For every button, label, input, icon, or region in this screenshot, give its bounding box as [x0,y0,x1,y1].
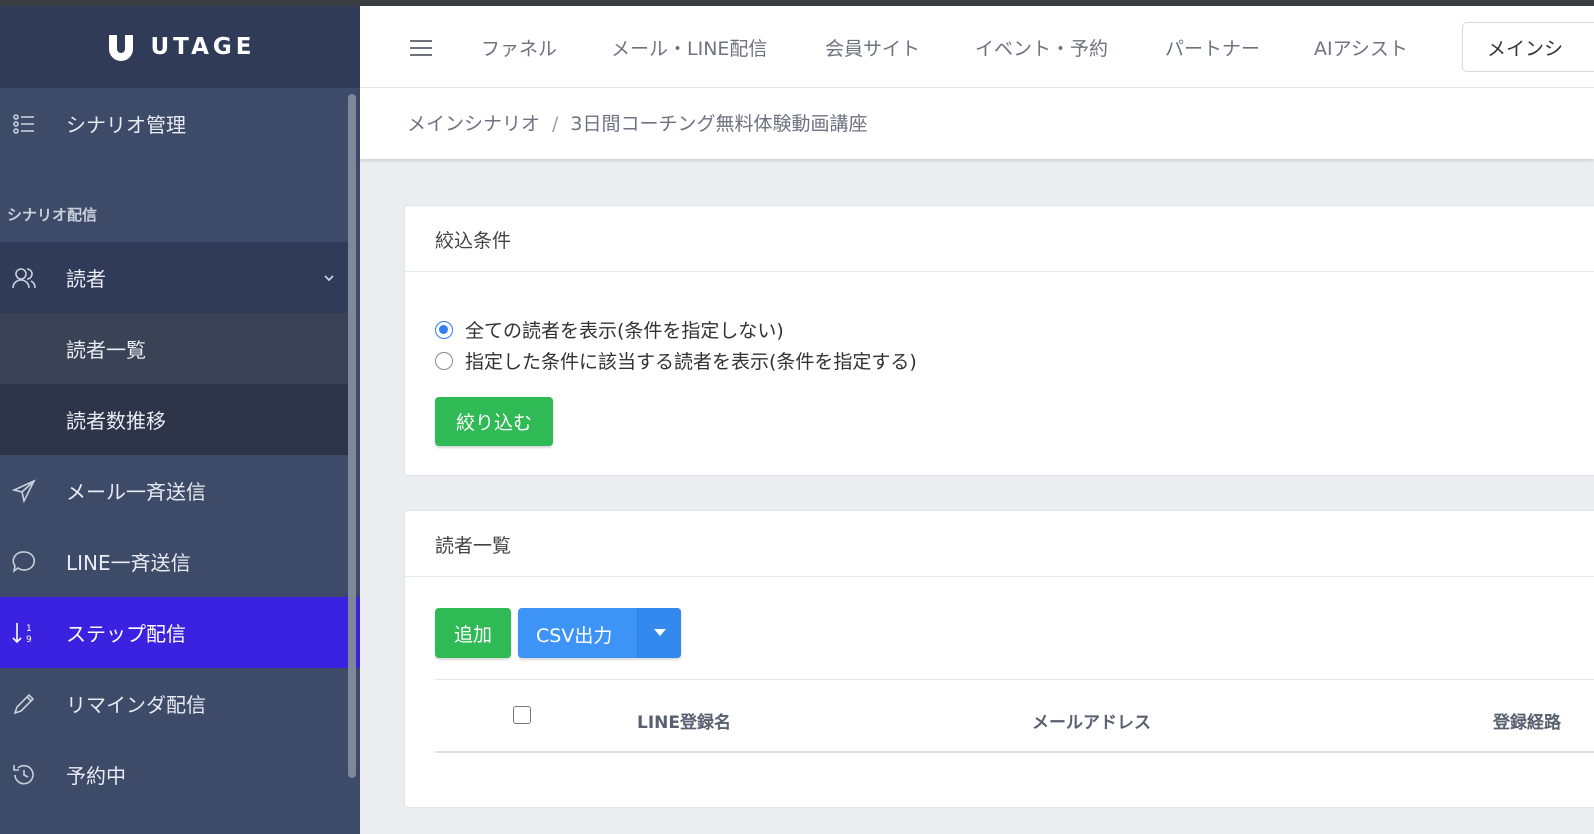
column-header-email[interactable]: メールアドレス [1032,708,1151,733]
sidebar-item-label: シナリオ管理 [66,113,186,137]
select-all-checkbox[interactable] [513,706,531,724]
svg-text:9: 9 [26,635,32,645]
sidebar-item-label: 読者数推移 [66,409,166,433]
csv-export-button[interactable]: CSV出力 [518,608,681,658]
hamburger-menu-icon[interactable] [410,39,432,57]
readers-table-header: LINE登録名 メールアドレス 登録経路 [435,679,1594,753]
filter-option-conditional-label: 指定した条件に該当する読者を表示(条件を指定する) [465,351,917,373]
filter-option-all-label: 全ての読者を表示(条件を指定しない) [465,320,784,342]
column-header-registration-route[interactable]: 登録経路 [1493,708,1561,733]
sidebar-section-label: シナリオ配信 [7,206,98,224]
sort-numeric-icon: 1 9 [12,622,32,645]
topnav-ai-assist[interactable]: AIアシスト [1314,34,1408,61]
utage-logo-icon [108,35,133,61]
history-icon [13,764,34,784]
sidebar-item-readers[interactable]: 読者 [0,242,348,313]
send-icon [11,478,36,503]
top-nav-bar: ファネル メール・LINE配信 会員サイト イベント・予約 パートナー AIアシ… [360,6,1594,88]
radio-all-readers[interactable] [435,320,453,339]
sidebar-item-mail-broadcast[interactable]: メール一斉送信 [0,455,348,526]
readers-list-card: 読者一覧 追加 CSV出力 LINE登録名 メールアドレス 登録経路 [404,510,1594,808]
filter-option-all[interactable]: 全ての読者を表示(条件を指定しない) [435,316,784,343]
breadcrumb-bar: メインシナリオ / 3日間コーチング無料体験動画講座 [360,88,1594,159]
topnav-mail-line[interactable]: メール・LINE配信 [611,34,767,61]
sidebar-item-step-delivery[interactable]: 1 9 ステップ配信 [0,597,360,668]
topnav-partner[interactable]: パートナー [1165,34,1260,61]
sidebar-item-reminder-delivery[interactable]: リマインダ配信 [0,668,348,739]
topnav-event-booking[interactable]: イベント・予約 [975,34,1108,61]
brand-logo[interactable]: UTAGE [0,6,360,88]
filter-option-conditional[interactable]: 指定した条件に該当する読者を表示(条件を指定する) [435,347,917,374]
sidebar-item-label: LINE一斉送信 [66,551,191,575]
pencil-icon [13,693,35,714]
users-icon [12,267,36,288]
sidebar-item-label: 読者 [66,267,106,291]
sidebar-item-reader-list[interactable]: 読者一覧 [0,313,348,384]
sidebar-item-line-broadcast[interactable]: LINE一斉送信 [0,526,348,597]
add-reader-button[interactable]: 追加 [435,608,511,658]
sidebar-item-label: 読者一覧 [66,338,146,362]
brand-name: UTAGE [150,34,256,60]
radio-conditional-readers[interactable] [435,351,453,370]
sidebar-item-label: ステップ配信 [66,622,186,646]
sidebar-item-label: メール一斉送信 [66,480,206,504]
csv-export-dropdown-toggle[interactable] [637,608,681,658]
sidebar-item-scheduled[interactable]: 予約中 [0,739,348,810]
apply-filter-button[interactable]: 絞り込む [435,397,553,446]
column-header-line-name[interactable]: LINE登録名 [637,708,731,733]
chat-icon [12,550,36,573]
sidebar-item-scenario-management[interactable]: シナリオ管理 [0,88,348,159]
breadcrumb-parent[interactable]: メインシナリオ [407,113,540,135]
csv-export-label: CSV出力 [536,625,613,647]
sidebar: UTAGE シナリオ管理 シナリオ配信 読者 読者一覧 読者数推移 メール一斉送… [0,6,360,834]
topnav-member-site[interactable]: 会員サイト [825,34,920,61]
filter-card-title: 絞込条件 [405,206,1594,272]
sidebar-item-label: リマインダ配信 [66,693,206,717]
chevron-down-icon [324,274,334,281]
breadcrumb-separator: / [552,113,559,135]
sidebar-item-label: 予約中 [66,764,126,788]
breadcrumb-current: 3日間コーチング無料体験動画講座 [570,113,868,135]
scenario-selector[interactable]: メインシ [1462,22,1594,72]
sidebar-item-reader-trend[interactable]: 読者数推移 [0,384,348,455]
breadcrumb: メインシナリオ / 3日間コーチング無料体験動画講座 [407,109,868,136]
sidebar-scrollbar[interactable] [348,94,356,778]
readers-card-title: 読者一覧 [405,511,1594,577]
svg-text:1: 1 [26,624,32,634]
caret-down-icon [654,629,666,636]
topnav-funnel[interactable]: ファネル [481,34,557,61]
list-icon [13,113,34,134]
filter-card: 絞込条件 全ての読者を表示(条件を指定しない) 指定した条件に該当する読者を表示… [404,205,1594,476]
